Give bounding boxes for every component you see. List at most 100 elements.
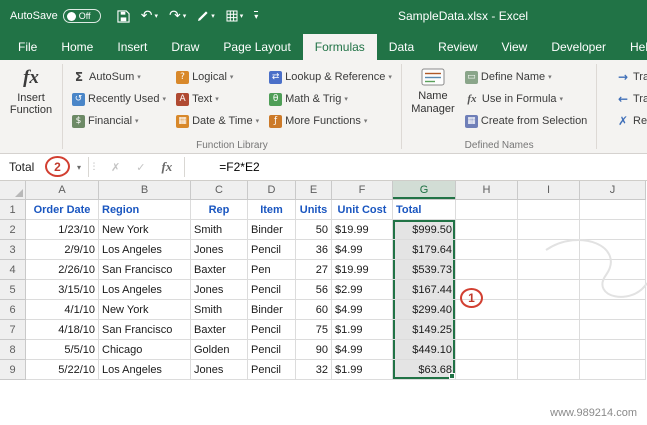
cell-F5[interactable]: $2.99 — [332, 280, 393, 300]
cell-F4[interactable]: $19.99 — [332, 260, 393, 280]
cell-H8[interactable] — [456, 340, 518, 360]
cell-B4[interactable]: San Francisco — [99, 260, 191, 280]
cell-G8[interactable]: $449.10 — [393, 340, 456, 360]
tab-insert[interactable]: Insert — [105, 34, 159, 60]
column-header-E[interactable]: E — [296, 181, 332, 200]
row-header-2[interactable]: 2 — [0, 220, 26, 240]
tab-draw[interactable]: Draw — [159, 34, 211, 60]
column-header-J[interactable]: J — [580, 181, 646, 200]
cell-C6[interactable]: Smith — [191, 300, 248, 320]
cell-C4[interactable]: Baxter — [191, 260, 248, 280]
cell-H3[interactable] — [456, 240, 518, 260]
cell-E3[interactable]: 36 — [296, 240, 332, 260]
ribbon-button-logical[interactable]: ? Logical ▾ — [171, 66, 264, 88]
ribbon-button-lookup-reference[interactable]: ⇄ Lookup & Reference ▾ — [264, 66, 397, 88]
cell-I5[interactable] — [518, 280, 580, 300]
cell-G5[interactable]: $167.44 — [393, 280, 456, 300]
row-header-6[interactable]: 6 — [0, 300, 26, 320]
cell-G6[interactable]: $299.40 — [393, 300, 456, 320]
cell-G9[interactable]: $63.68 — [393, 360, 456, 380]
cell-A9[interactable]: 5/22/10 — [26, 360, 99, 380]
cell-I2[interactable] — [518, 220, 580, 240]
row-header-5[interactable]: 5 — [0, 280, 26, 300]
customize-qat-button[interactable]: ▾ — [254, 11, 259, 21]
cell-I9[interactable] — [518, 360, 580, 380]
column-header-F[interactable]: F — [332, 181, 393, 200]
cell-F9[interactable]: $1.99 — [332, 360, 393, 380]
cell-A8[interactable]: 5/5/10 — [26, 340, 99, 360]
ribbon-button-date-time[interactable]: ▦ Date & Time ▾ — [171, 110, 264, 132]
cell-A7[interactable]: 4/18/10 — [26, 320, 99, 340]
row-header-1[interactable]: 1 — [0, 200, 26, 220]
cell-I7[interactable] — [518, 320, 580, 340]
cell-H9[interactable] — [456, 360, 518, 380]
cell-H1[interactable] — [456, 200, 518, 220]
cell-A1[interactable]: Order Date — [26, 200, 99, 220]
cell-E5[interactable]: 56 — [296, 280, 332, 300]
cell-D2[interactable]: Binder — [248, 220, 296, 240]
row-header-3[interactable]: 3 — [0, 240, 26, 260]
column-header-A[interactable]: A — [26, 181, 99, 200]
cell-B7[interactable]: San Francisco — [99, 320, 191, 340]
cell-J8[interactable] — [580, 340, 646, 360]
ribbon-button-autosum[interactable]: Σ AutoSum ▾ — [67, 66, 171, 88]
cell-I4[interactable] — [518, 260, 580, 280]
tab-review[interactable]: Review — [426, 34, 489, 60]
cell-H7[interactable] — [456, 320, 518, 340]
cell-J7[interactable] — [580, 320, 646, 340]
cell-E9[interactable]: 32 — [296, 360, 332, 380]
cell-C3[interactable]: Jones — [191, 240, 248, 260]
ribbon-button-create-from-selection[interactable]: ▦ Create from Selection — [460, 110, 592, 132]
autosave-switch[interactable]: Off — [62, 9, 101, 23]
tab-home[interactable]: Home — [49, 34, 105, 60]
ribbon-button-trace-dependents[interactable]: ← Trace Dependents — [611, 88, 647, 110]
save-button[interactable] — [117, 9, 130, 23]
cell-J2[interactable] — [580, 220, 646, 240]
ribbon-button-math-trig[interactable]: θ Math & Trig ▾ — [264, 88, 397, 110]
cell-J4[interactable] — [580, 260, 646, 280]
cell-G1[interactable]: Total — [393, 200, 456, 220]
cell-D9[interactable]: Pencil — [248, 360, 296, 380]
cell-B9[interactable]: Los Angeles — [99, 360, 191, 380]
cell-C1[interactable]: Rep — [191, 200, 248, 220]
name-box-dropdown[interactable]: ▾ — [70, 154, 88, 180]
cell-A6[interactable]: 4/1/10 — [26, 300, 99, 320]
cell-F7[interactable]: $1.99 — [332, 320, 393, 340]
fill-handle[interactable] — [449, 373, 455, 379]
cell-F6[interactable]: $4.99 — [332, 300, 393, 320]
cell-A4[interactable]: 2/26/10 — [26, 260, 99, 280]
cell-G4[interactable]: $539.73 — [393, 260, 456, 280]
cell-J6[interactable] — [580, 300, 646, 320]
cell-I1[interactable] — [518, 200, 580, 220]
cell-B5[interactable]: Los Angeles — [99, 280, 191, 300]
cell-E4[interactable]: 27 — [296, 260, 332, 280]
select-all-corner[interactable] — [0, 181, 26, 200]
row-header-9[interactable]: 9 — [0, 360, 26, 380]
cell-J5[interactable] — [580, 280, 646, 300]
ribbon-button-remove-arrows[interactable]: ✗ Remove Arrows — [611, 110, 647, 132]
cell-J3[interactable] — [580, 240, 646, 260]
cell-I8[interactable] — [518, 340, 580, 360]
row-header-8[interactable]: 8 — [0, 340, 26, 360]
cell-D5[interactable]: Pencil — [248, 280, 296, 300]
cell-E6[interactable]: 60 — [296, 300, 332, 320]
redo-button[interactable]: ↷ ▾ — [169, 9, 186, 23]
cell-F8[interactable]: $4.99 — [332, 340, 393, 360]
tab-page-layout[interactable]: Page Layout — [211, 34, 302, 60]
cell-D3[interactable]: Pencil — [248, 240, 296, 260]
column-header-G[interactable]: G — [393, 181, 456, 200]
cell-H4[interactable] — [456, 260, 518, 280]
cell-B6[interactable]: New York — [99, 300, 191, 320]
cell-E2[interactable]: 50 — [296, 220, 332, 240]
cell-E8[interactable]: 90 — [296, 340, 332, 360]
insert-function-button[interactable]: fx Insert Function — [4, 64, 58, 137]
cell-H2[interactable] — [456, 220, 518, 240]
ribbon-button-text[interactable]: A Text ▾ — [171, 88, 264, 110]
tab-view[interactable]: View — [490, 34, 540, 60]
cell-C9[interactable]: Jones — [191, 360, 248, 380]
ribbon-button-use-in-formula[interactable]: fx Use in Formula ▾ — [460, 88, 592, 110]
tab-file[interactable]: File — [6, 34, 49, 60]
cell-A5[interactable]: 3/15/10 — [26, 280, 99, 300]
column-header-D[interactable]: D — [248, 181, 296, 200]
name-manager-button[interactable]: Name Manager — [406, 64, 460, 137]
